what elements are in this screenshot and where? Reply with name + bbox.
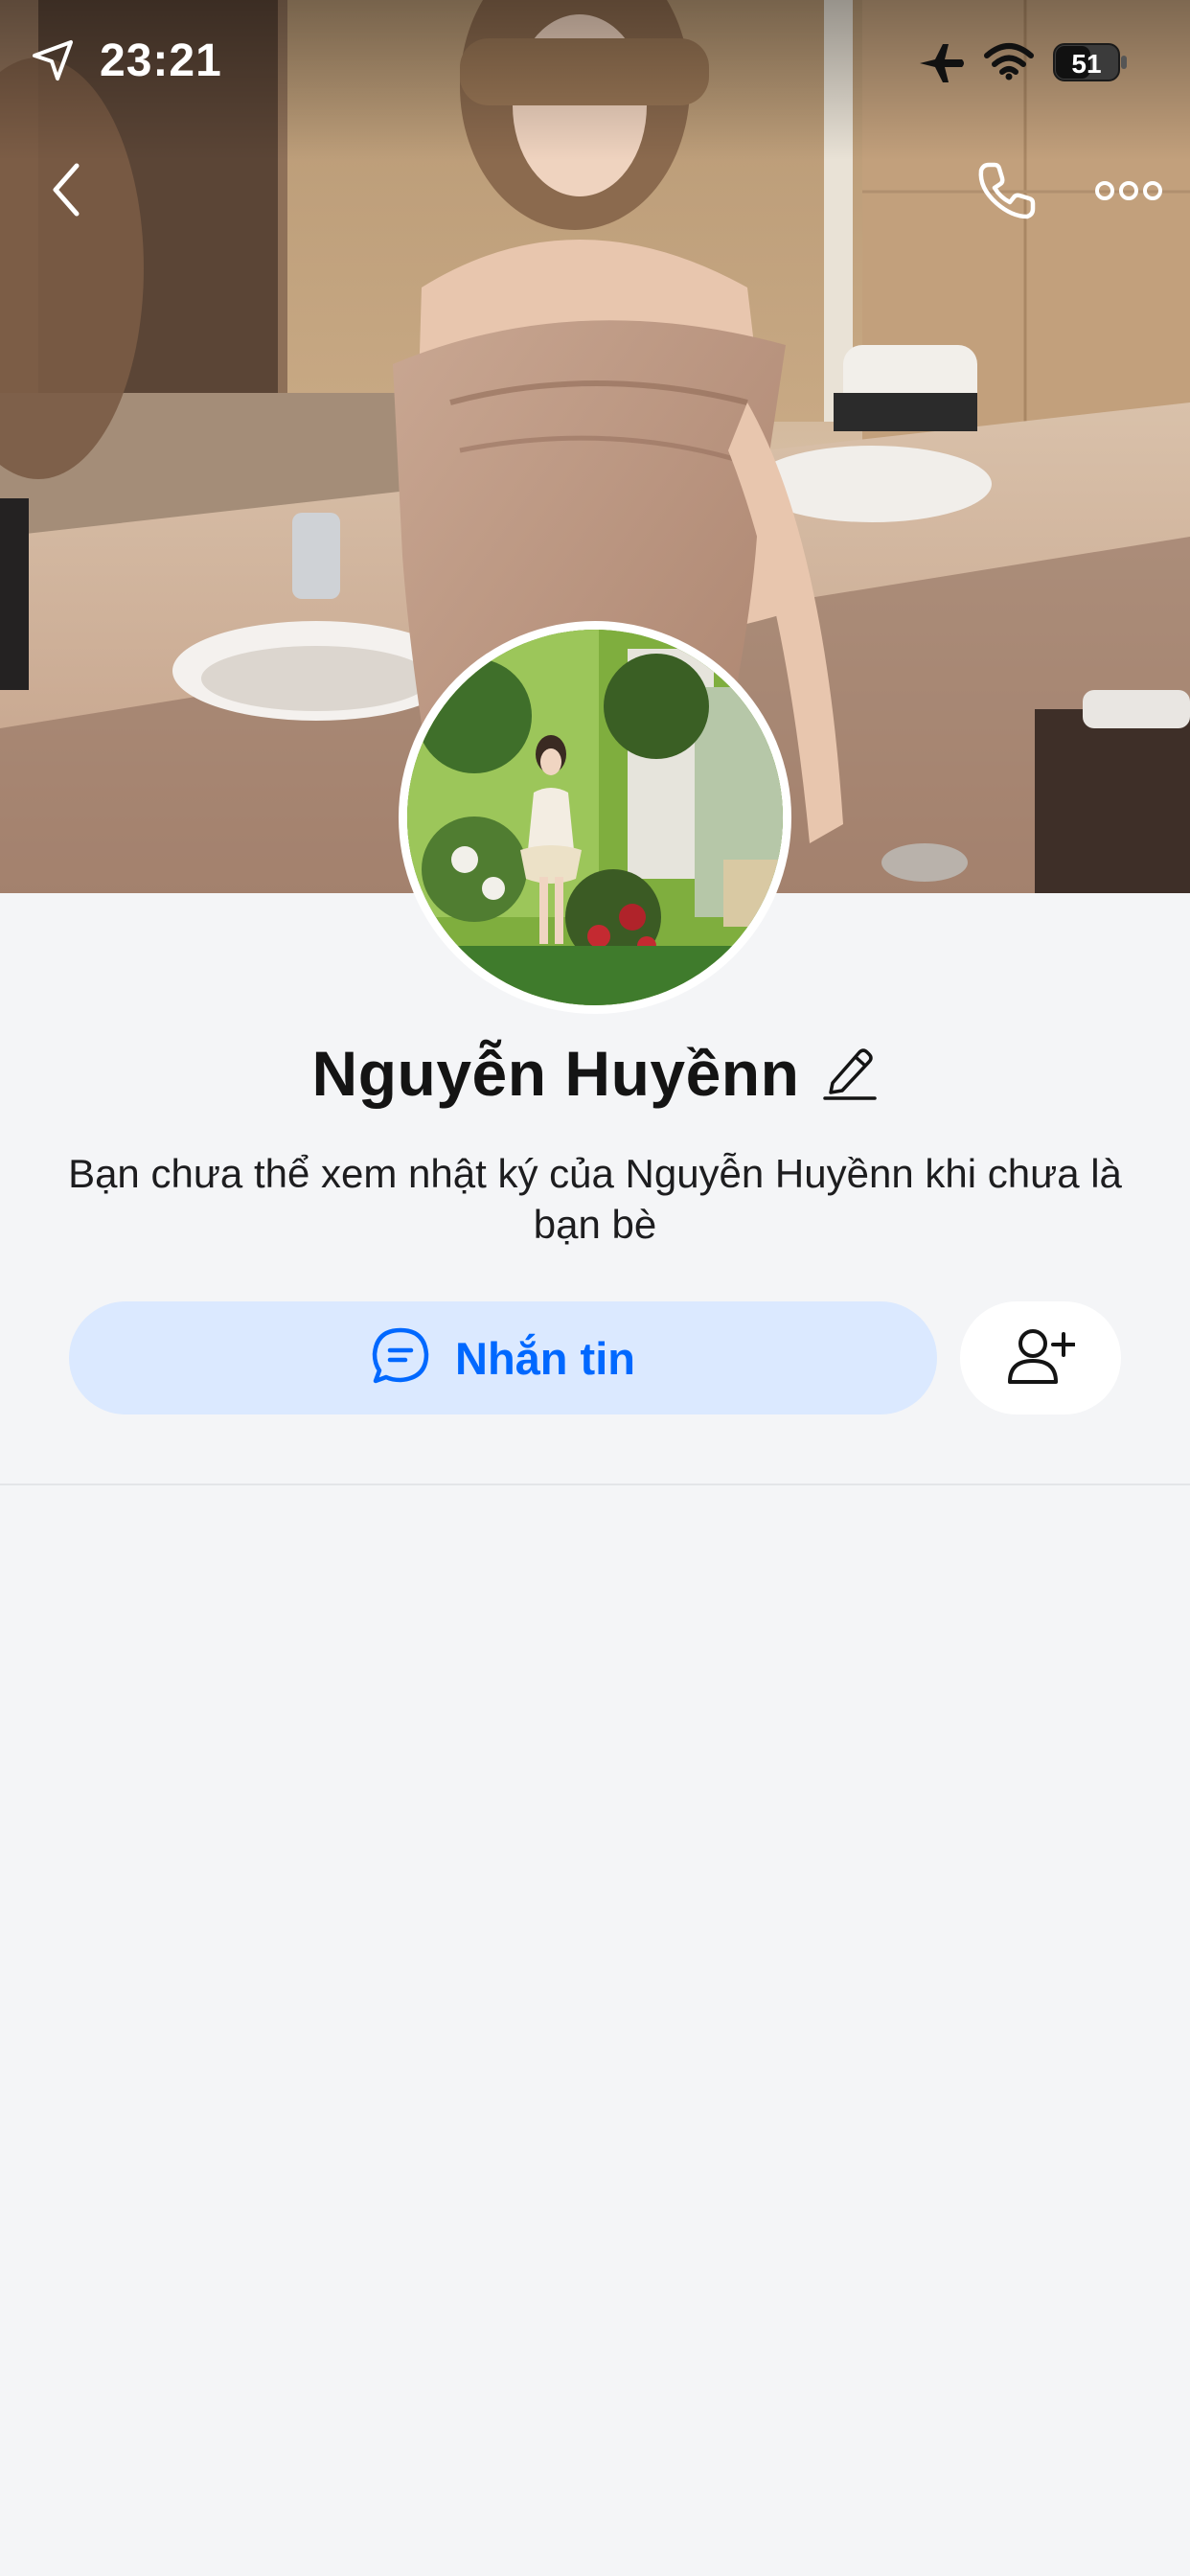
chat-bubble-icon	[371, 1326, 430, 1391]
phone-icon	[975, 159, 1039, 227]
message-button-label: Nhắn tin	[455, 1332, 635, 1384]
profile-name-row: Nguyễn Huyềnn	[0, 1033, 1190, 1114]
battery-icon: 51	[1052, 42, 1129, 87]
location-arrow-icon	[29, 36, 77, 89]
back-button[interactable]	[29, 153, 105, 230]
profile-name: Nguyễn Huyềnn	[311, 1038, 800, 1109]
pencil-icon	[823, 1043, 878, 1105]
profile-page: 23:21 51 Nguyễn Huyềnn Bạn chưa thể xem …	[0, 0, 1190, 2576]
svg-text:51: 51	[1071, 49, 1101, 79]
airplane-icon	[918, 42, 966, 89]
back-chevron-icon	[48, 162, 86, 222]
more-dots-icon	[1095, 179, 1162, 207]
more-options-button[interactable]	[1088, 159, 1169, 226]
call-button[interactable]	[964, 150, 1050, 236]
add-friend-button[interactable]	[960, 1301, 1121, 1414]
add-user-icon	[1006, 1326, 1076, 1391]
status-bar: 23:21 51	[0, 0, 1190, 125]
message-button[interactable]: Nhắn tin	[69, 1301, 937, 1414]
avatar[interactable]	[399, 621, 791, 1014]
edit-name-button[interactable]	[822, 1044, 878, 1103]
section-divider	[0, 1484, 1190, 1485]
privacy-notice: Bạn chưa thể xem nhật ký của Nguyễn Huyề…	[68, 1151, 1122, 1247]
wifi-icon	[983, 42, 1035, 85]
avatar-photo	[407, 630, 783, 1005]
status-time: 23:21	[100, 35, 222, 86]
